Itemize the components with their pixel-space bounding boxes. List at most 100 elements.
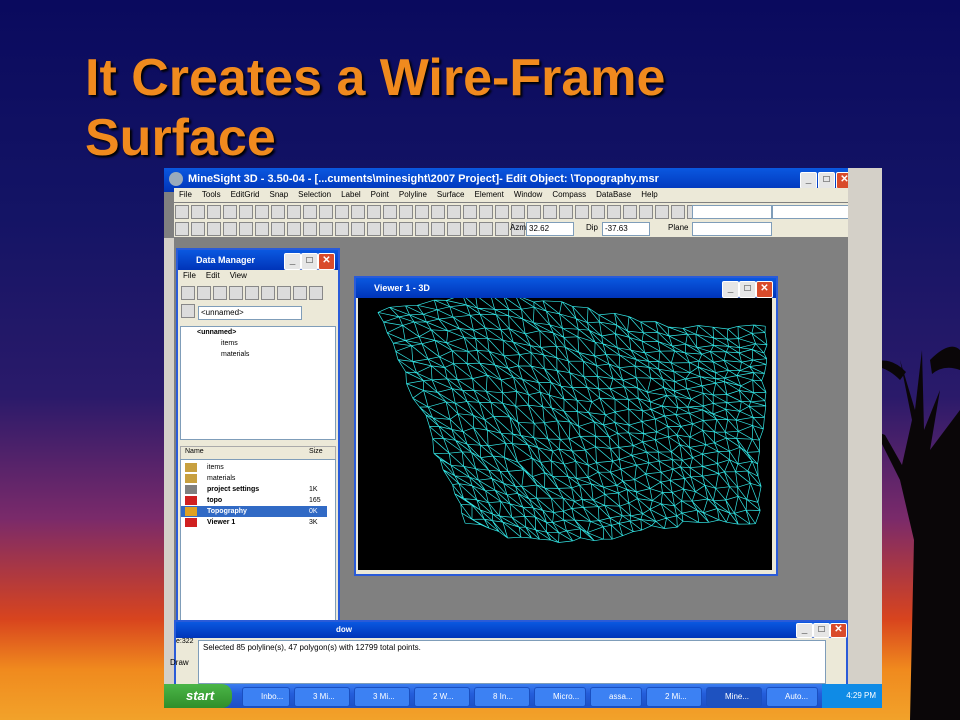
toolbar-button[interactable]: [229, 286, 243, 300]
toolbar-button[interactable]: [351, 222, 365, 236]
toolbar-button[interactable]: [367, 222, 381, 236]
menu-polyline[interactable]: Polyline: [394, 188, 432, 199]
zoom-icon[interactable]: [175, 222, 189, 236]
tree-node-materials[interactable]: materials: [221, 351, 249, 358]
list-item-selected[interactable]: Topography 0K: [181, 506, 327, 517]
app-minimize-button[interactable]: _: [800, 172, 817, 189]
task-button[interactable]: 8 In...: [474, 687, 530, 707]
toolbar-button[interactable]: [335, 222, 349, 236]
toolbar-button[interactable]: [463, 205, 477, 219]
task-button[interactable]: Inbo...: [242, 687, 290, 707]
menu-snap[interactable]: Snap: [264, 188, 293, 199]
toolbar-button[interactable]: [239, 222, 253, 236]
toolbar-button[interactable]: [431, 205, 445, 219]
toolbar-button[interactable]: [671, 205, 685, 219]
toolbar-button[interactable]: [255, 205, 269, 219]
msg-close-button[interactable]: ✕: [830, 623, 847, 638]
task-button[interactable]: 2 W...: [414, 687, 470, 707]
menu-element[interactable]: Element: [470, 188, 509, 199]
toolbar-button[interactable]: [623, 205, 637, 219]
list-item[interactable]: materials: [181, 473, 327, 484]
toolbar-button[interactable]: [277, 286, 291, 300]
toolbar-button[interactable]: [399, 222, 413, 236]
dm-path-field[interactable]: <unnamed>: [198, 306, 302, 320]
toolbar-button[interactable]: [351, 205, 365, 219]
dm-maximize-button[interactable]: □: [301, 253, 318, 270]
toolbar-button[interactable]: [447, 222, 461, 236]
tree-node-items[interactable]: items: [221, 340, 238, 347]
toolbar-button[interactable]: [543, 205, 557, 219]
tree-node-root[interactable]: <unnamed>: [197, 329, 236, 336]
column-header-name[interactable]: Name: [185, 448, 204, 455]
menu-tools[interactable]: Tools: [197, 188, 226, 199]
toolbar-button[interactable]: [367, 205, 381, 219]
toolbar-button[interactable]: [655, 205, 669, 219]
app-maximize-button[interactable]: □: [818, 172, 835, 189]
zoom-in-icon[interactable]: [207, 222, 221, 236]
delete-icon[interactable]: [319, 205, 333, 219]
toolbar-button[interactable]: [383, 205, 397, 219]
toolbar-button[interactable]: [575, 205, 589, 219]
menu-label[interactable]: Label: [336, 188, 366, 199]
toolbar-button[interactable]: [495, 222, 509, 236]
dm-menu-view[interactable]: View: [225, 270, 252, 281]
msg-maximize-button[interactable]: □: [813, 623, 830, 638]
task-button[interactable]: Micro...: [534, 687, 586, 707]
task-button[interactable]: 3 Mi...: [354, 687, 410, 707]
toolbar-button[interactable]: [559, 205, 573, 219]
toolbar-button[interactable]: [303, 222, 317, 236]
toolbar-button[interactable]: [511, 205, 525, 219]
toolbar-button[interactable]: [319, 222, 333, 236]
toolbar-button[interactable]: [303, 205, 317, 219]
menu-surface[interactable]: Surface: [432, 188, 470, 199]
menu-database[interactable]: DataBase: [591, 188, 636, 199]
toolbar-button[interactable]: [639, 205, 653, 219]
dm-close-button[interactable]: ✕: [318, 253, 335, 270]
task-button[interactable]: 2 Mi...: [646, 687, 702, 707]
toolbar-button[interactable]: [415, 222, 429, 236]
toolbar-button[interactable]: [335, 205, 349, 219]
toolbar-button[interactable]: [223, 205, 237, 219]
column-header-size[interactable]: Size: [309, 448, 323, 455]
draw-label[interactable]: Draw: [170, 658, 189, 667]
menu-selection[interactable]: Selection: [293, 188, 336, 199]
folder-icon[interactable]: [181, 286, 195, 300]
redo-icon[interactable]: [287, 205, 301, 219]
toolbar-button[interactable]: [415, 205, 429, 219]
dip-input[interactable]: -37.63: [602, 222, 650, 236]
toolbar-button[interactable]: [607, 205, 621, 219]
dm-minimize-button[interactable]: _: [284, 253, 301, 270]
viewer-close-button[interactable]: ✕: [756, 281, 773, 298]
toolbar-button[interactable]: [271, 222, 285, 236]
list-item[interactable]: topo 165: [181, 495, 327, 506]
dm-menu-file[interactable]: File: [178, 270, 201, 281]
task-button[interactable]: 3 Mi...: [294, 687, 350, 707]
menu-point[interactable]: Point: [366, 188, 394, 199]
toolbar-button[interactable]: [293, 286, 307, 300]
toolbar-button[interactable]: [527, 205, 541, 219]
menu-help[interactable]: Help: [636, 188, 662, 199]
toolbar-button[interactable]: [191, 205, 205, 219]
viewer-maximize-button[interactable]: □: [739, 281, 756, 298]
start-button[interactable]: start: [164, 684, 232, 708]
toolbar-button[interactable]: [447, 205, 461, 219]
toolbar-button[interactable]: [463, 222, 477, 236]
menu-editgrid[interactable]: EditGrid: [226, 188, 265, 199]
zoom-icon[interactable]: [191, 222, 205, 236]
task-button[interactable]: Auto...: [766, 687, 818, 707]
msg-minimize-button[interactable]: _: [796, 623, 813, 638]
toolbar-button[interactable]: [309, 286, 323, 300]
plane-select[interactable]: [692, 222, 772, 236]
toolbar-button[interactable]: [431, 222, 445, 236]
viewer-minimize-button[interactable]: _: [722, 281, 739, 298]
menu-compass[interactable]: Compass: [547, 188, 591, 199]
menu-window[interactable]: Window: [509, 188, 547, 199]
toolbar-button[interactable]: [287, 222, 301, 236]
task-button-active[interactable]: Mine...: [706, 687, 762, 707]
dm-menu-edit[interactable]: Edit: [201, 270, 225, 281]
toolbar-input-2[interactable]: [772, 205, 852, 219]
toolbar-button[interactable]: [399, 205, 413, 219]
list-item[interactable]: project settings 1K: [181, 484, 327, 495]
text-icon[interactable]: [181, 304, 195, 318]
list-item[interactable]: Viewer 1 3K: [181, 517, 327, 528]
